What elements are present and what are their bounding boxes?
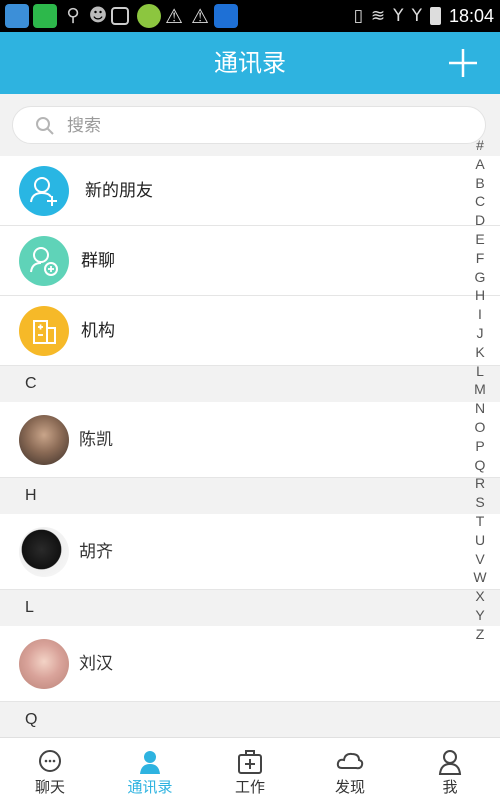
tab-label: 聊天 [34, 778, 65, 796]
plus-icon [449, 49, 477, 77]
organization-icon [19, 306, 69, 356]
vibrate-icon: ▯ [353, 6, 363, 26]
avatar [19, 527, 69, 577]
warning-icon: ⚠ [165, 4, 183, 28]
contact-row[interactable]: 胡齐 [0, 514, 500, 590]
battery-icon [429, 7, 441, 25]
contact-name: 陈凯 [79, 430, 113, 450]
new-friend-icon [19, 166, 69, 216]
tab-label: 我 [442, 778, 458, 796]
tab-chat[interactable]: 聊天 [0, 738, 100, 800]
search-input[interactable]: 搜索 [12, 106, 486, 144]
screenshot-icon [111, 7, 129, 25]
alphabet-letter[interactable]: P [472, 437, 488, 456]
wifi-icon: ≋ [370, 6, 386, 26]
contact-name: 刘汉 [79, 654, 113, 674]
search-icon [36, 117, 54, 135]
section-header: L [0, 590, 500, 626]
alphabet-letter[interactable]: V [472, 550, 488, 569]
search-placeholder: 搜索 [67, 116, 101, 136]
section-header: Q [0, 702, 500, 738]
organization-item[interactable]: 机构 [0, 296, 500, 366]
warning-icon: ⚠ [191, 4, 209, 28]
alphabet-letter[interactable]: O [472, 418, 488, 437]
alphabet-letter[interactable]: B [472, 174, 488, 193]
tab-me[interactable]: 我 [400, 738, 500, 800]
signal-icon: Y [393, 6, 404, 26]
alphabet-letter[interactable]: F [472, 249, 488, 268]
contacts-icon [140, 751, 160, 774]
alphabet-letter[interactable]: E [472, 230, 488, 249]
tab-discover[interactable]: 发现 [300, 738, 400, 800]
alphabet-letter[interactable]: Y [472, 606, 488, 625]
group-chat-item[interactable]: 群聊 [0, 226, 500, 296]
me-icon [438, 750, 462, 775]
group-chat-icon [19, 236, 69, 286]
menu-label: 群聊 [81, 251, 115, 271]
alphabet-letter[interactable]: I [472, 305, 488, 324]
alphabet-letter[interactable]: K [472, 343, 488, 362]
power-app-icon [214, 4, 238, 28]
status-bar: ⚲ ☻ ⚠ ⚠ ▯ ≋ Y Y 18:04 [0, 0, 500, 32]
title-bar: 通讯录 [0, 32, 500, 94]
tab-bar: 聊天 通讯录 工作 发现 我 [0, 737, 500, 800]
contact-name: 胡齐 [79, 542, 113, 562]
alphabet-letter[interactable]: L [472, 362, 488, 381]
new-friends-item[interactable]: 新的朋友 [0, 156, 500, 226]
weather-app-icon [5, 4, 29, 28]
tab-work[interactable]: 工作 [200, 738, 300, 800]
tab-label: 发现 [334, 778, 365, 796]
alphabet-letter[interactable]: X [472, 587, 488, 606]
add-button[interactable] [446, 46, 480, 80]
menu-label: 机构 [81, 321, 115, 341]
alphabet-letter[interactable]: # [472, 136, 488, 155]
alphabet-letter[interactable]: N [472, 399, 488, 418]
avatar [19, 415, 69, 465]
alphabet-letter[interactable]: Q [472, 456, 488, 475]
alphabet-letter[interactable]: J [472, 324, 488, 343]
app-notification-icon [137, 4, 161, 28]
android-icon: ☻ [88, 5, 108, 26]
alphabet-letter[interactable]: D [472, 211, 488, 230]
alphabet-letter[interactable]: M [472, 380, 488, 399]
search-area: 搜索 [0, 94, 500, 156]
clock: 18:04 [448, 5, 494, 26]
tab-contacts[interactable]: 通讯录 [100, 738, 200, 800]
section-header: C [0, 366, 500, 402]
alphabet-letter[interactable]: Z [472, 625, 488, 644]
menu-label: 新的朋友 [85, 181, 153, 201]
alphabet-letter[interactable]: U [472, 531, 488, 550]
avatar [19, 639, 69, 689]
contact-row[interactable]: 陈凯 [0, 402, 500, 478]
alphabet-letter[interactable]: R [472, 474, 488, 493]
work-icon [238, 750, 262, 774]
signal-icon: Y [411, 6, 422, 26]
usb-icon: ⚲ [66, 5, 80, 26]
alphabet-letter[interactable]: T [472, 512, 488, 531]
discover-icon [336, 752, 364, 770]
alphabet-index[interactable]: # A B C D E F G H I J K L M N O P Q R S T U V W X Y Z [472, 136, 488, 644]
tab-label: 工作 [234, 778, 265, 796]
section-header: H [0, 478, 500, 514]
alphabet-letter[interactable]: H [472, 286, 488, 305]
contact-row[interactable]: 刘汉 [0, 626, 500, 702]
contact-list: 新的朋友 群聊 机构 C 陈凯 H 胡齐 L 刘汉 Q [0, 156, 500, 738]
chat-icon [39, 750, 61, 772]
tab-label: 通讯录 [127, 778, 173, 796]
alphabet-letter[interactable]: C [472, 192, 488, 211]
shield-app-icon [33, 4, 57, 28]
alphabet-letter[interactable]: A [472, 155, 488, 174]
page-title: 通讯录 [214, 49, 286, 77]
alphabet-letter[interactable]: S [472, 493, 488, 512]
alphabet-letter[interactable]: W [472, 568, 488, 587]
alphabet-letter[interactable]: G [472, 268, 488, 287]
